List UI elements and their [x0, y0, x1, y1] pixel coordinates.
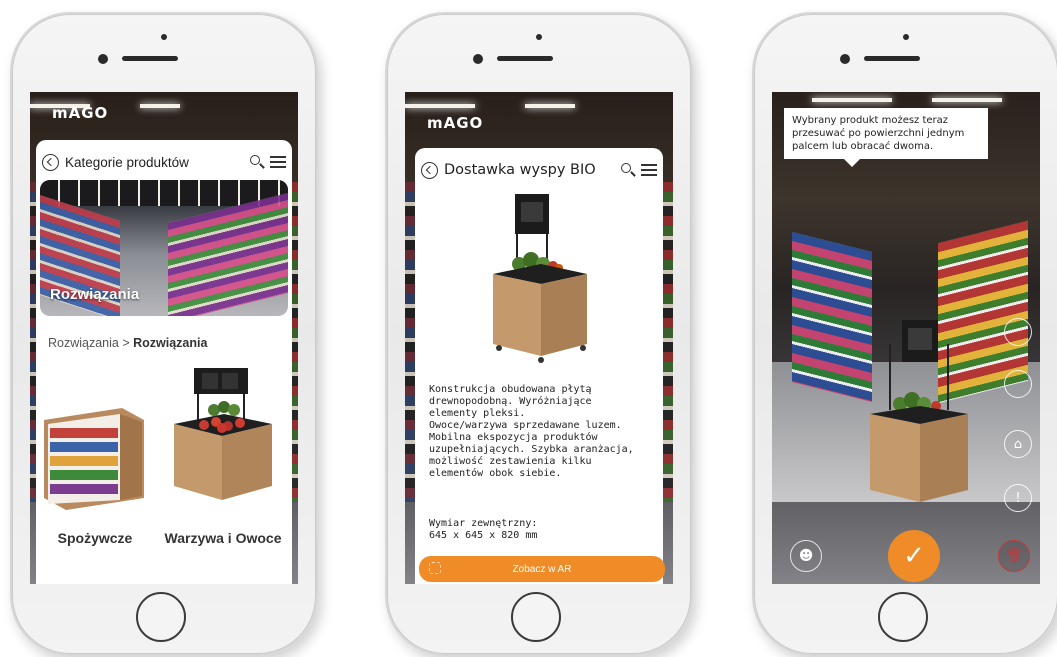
breadcrumb-current: Rozwiązania: [133, 336, 208, 350]
earpiece-speaker: [122, 56, 178, 61]
earpiece-speaker: [864, 56, 920, 61]
vegetable-island-image: [174, 368, 272, 500]
home-button[interactable]: [878, 592, 928, 642]
front-camera: [473, 54, 483, 64]
breadcrumb: Rozwiązania > Rozwiązania: [48, 336, 207, 350]
dimension-label: Wymiar zewnętrzny:: [429, 518, 538, 529]
screen-product-detail: mAGO Dostawka wyspy BIO Konstrukcja obud…: [405, 92, 673, 584]
search-icon[interactable]: [621, 163, 635, 177]
back-icon[interactable]: [421, 161, 438, 179]
info-icon[interactable]: !: [1004, 484, 1032, 512]
front-camera: [98, 54, 108, 64]
mago-logo: mAGO: [52, 104, 109, 122]
page-title: Kategorie produktów: [65, 154, 189, 170]
front-camera: [840, 54, 850, 64]
hero-label: Rozwiązania: [50, 286, 140, 303]
front-camera-dot: [161, 34, 167, 40]
place-person-icon[interactable]: ☻: [790, 540, 822, 572]
product-name: Warzywa i Owoce: [164, 530, 282, 546]
product-panel: Dostawka wyspy BIO Konstrukcja obudowana…: [415, 148, 665, 584]
product-title: Dostawka wyspy BIO: [444, 162, 596, 178]
view-in-ar-button[interactable]: Zobacz w AR: [419, 556, 665, 582]
header-bar: Kategorie produktów: [42, 150, 286, 174]
hamburger-menu-icon[interactable]: [641, 164, 657, 176]
home-button[interactable]: [136, 592, 186, 642]
hero-solutions-banner[interactable]: Rozwiązania: [40, 180, 288, 316]
product-description: Konstrukcja obudowana płytą drewnopodobn…: [429, 384, 634, 479]
rotate-icon[interactable]: [1004, 370, 1032, 398]
phone-frame-2: mAGO Dostawka wyspy BIO Konstrukcja obud…: [385, 12, 693, 656]
phone-frame-3: Wybrany produkt możesz teraz przesuwać p…: [752, 12, 1057, 656]
breadcrumb-parent[interactable]: Rozwiązania: [48, 336, 119, 350]
search-icon[interactable]: [250, 155, 264, 169]
back-icon[interactable]: [42, 153, 59, 171]
header-bar: Dostawka wyspy BIO: [421, 158, 657, 182]
home-button[interactable]: [511, 592, 561, 642]
product-card-groceries[interactable]: Spożywcze: [36, 380, 154, 546]
scan-icon[interactable]: [1004, 318, 1032, 346]
categories-panel: Kategorie produktów Rozwiązania Rozwiąza…: [36, 140, 292, 584]
earpiece-speaker: [497, 56, 553, 61]
ar-button-label: Zobacz w AR: [512, 563, 572, 575]
front-camera-dot: [903, 34, 909, 40]
product-name: Spożywcze: [57, 530, 133, 546]
product-card-vegetables[interactable]: Warzywa i Owoce: [164, 368, 282, 546]
breadcrumb-separator: >: [118, 336, 134, 350]
instruction-tooltip: Wybrany produkt możesz teraz przesuwać p…: [784, 108, 988, 167]
placed-ar-product[interactable]: [864, 314, 974, 514]
shelf-unit-image: [44, 408, 144, 510]
screen-ar-view: Wybrany produkt możesz teraz przesuwać p…: [772, 92, 1040, 584]
confirm-check-button[interactable]: ✓: [888, 530, 940, 582]
front-camera-dot: [536, 34, 542, 40]
dimension-value: 645 x 645 x 820 mm: [429, 530, 538, 541]
level-icon[interactable]: ⌂: [1004, 430, 1032, 458]
screen-categories: mAGO Kategorie produktów Rozwiązania Roz…: [30, 92, 298, 584]
hamburger-menu-icon[interactable]: [270, 156, 286, 168]
ar-cube-icon: [429, 562, 441, 574]
mago-logo: mAGO: [427, 114, 484, 132]
product-dimensions: Wymiar zewnętrzny: 645 x 645 x 820 mm: [429, 518, 659, 542]
product-3d-image: [493, 194, 587, 363]
delete-trash-button[interactable]: 🗑: [998, 540, 1030, 572]
phone-frame-1: mAGO Kategorie produktów Rozwiązania Roz…: [10, 12, 318, 656]
